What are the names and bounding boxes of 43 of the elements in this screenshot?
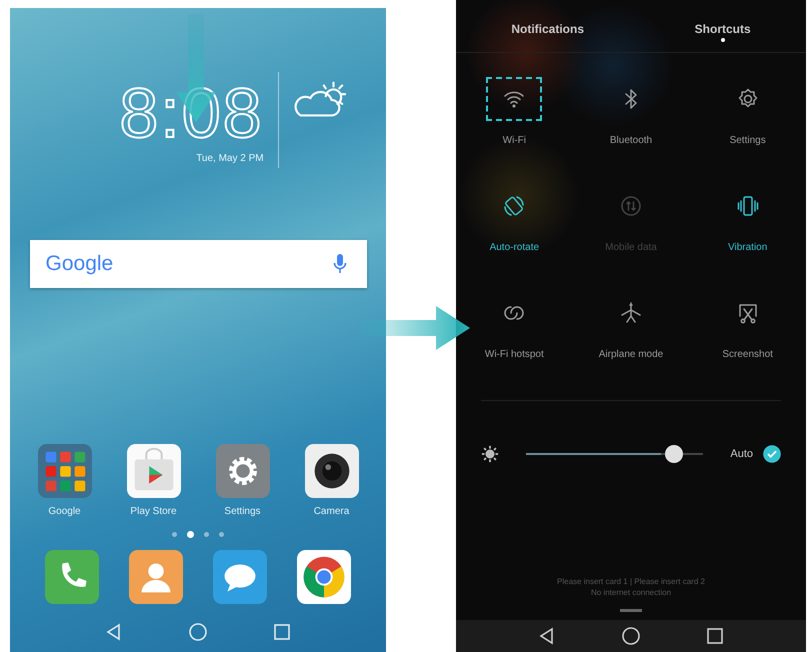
page-indicator-dot[interactable] bbox=[219, 532, 224, 537]
page-indicator-dot[interactable] bbox=[172, 532, 177, 537]
tile-label: Wi-Fi hotspot bbox=[484, 349, 544, 360]
vibration-icon[interactable] bbox=[736, 194, 760, 218]
home-icon[interactable] bbox=[621, 626, 641, 646]
app-label: Camera bbox=[314, 506, 350, 517]
messages-app-icon[interactable] bbox=[213, 550, 267, 604]
tile-label: Airplane mode bbox=[598, 349, 664, 360]
folder-app-icon[interactable] bbox=[38, 444, 92, 498]
search-bar[interactable]: Google bbox=[30, 240, 366, 288]
contacts-app-icon[interactable] bbox=[129, 550, 183, 604]
tile-label: Mobile data bbox=[605, 242, 657, 253]
sim-status-text: Please insert card 1 | Please insert card 2 bbox=[557, 577, 705, 586]
tile-label: Auto-rotate bbox=[490, 242, 540, 253]
clock-time: 8:08 bbox=[119, 76, 264, 148]
airplane-icon[interactable] bbox=[618, 301, 643, 325]
camera-app-icon[interactable] bbox=[304, 444, 358, 498]
tile-label: Screenshot bbox=[722, 349, 773, 360]
auto-checkbox[interactable] bbox=[763, 445, 781, 463]
app-label: Settings bbox=[224, 506, 261, 517]
phone-app-icon[interactable] bbox=[45, 550, 99, 604]
app-label: Google bbox=[48, 506, 81, 517]
tile-label: Vibration bbox=[728, 242, 768, 253]
page-indicator-dot[interactable] bbox=[204, 532, 209, 537]
page-indicator-dot[interactable] bbox=[187, 531, 194, 538]
tile-label: Wi-Fi bbox=[502, 135, 526, 146]
search-logo: Google bbox=[46, 252, 114, 276]
browser-app-icon[interactable] bbox=[297, 550, 351, 604]
settings-app-icon[interactable] bbox=[216, 444, 270, 498]
tile-label: Settings bbox=[730, 135, 766, 146]
brightness-icon bbox=[481, 445, 499, 463]
store-app-icon[interactable] bbox=[126, 444, 180, 498]
recents-icon[interactable] bbox=[705, 626, 725, 646]
microphone-icon[interactable] bbox=[332, 253, 346, 275]
sim-status-text: No internet connection bbox=[590, 588, 672, 597]
panel-tab[interactable]: Shortcuts bbox=[694, 22, 751, 42]
app-label: Play Store bbox=[130, 506, 177, 517]
panel-tab[interactable]: Notifications bbox=[511, 22, 584, 42]
drag-handle[interactable] bbox=[620, 609, 642, 612]
tile-label: Bluetooth bbox=[610, 135, 652, 146]
rotate-icon[interactable] bbox=[502, 194, 526, 218]
auto-label: Auto bbox=[730, 448, 753, 460]
clock-date: Tue, May 2 PM bbox=[196, 152, 264, 164]
